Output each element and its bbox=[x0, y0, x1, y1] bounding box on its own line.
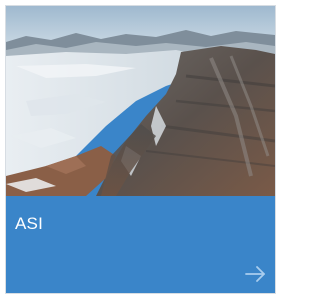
asi-card[interactable]: ASI bbox=[5, 5, 276, 294]
card-title: ASI bbox=[15, 214, 44, 233]
arrow-right-icon[interactable] bbox=[245, 265, 267, 283]
card-landscape-photo bbox=[6, 6, 275, 196]
